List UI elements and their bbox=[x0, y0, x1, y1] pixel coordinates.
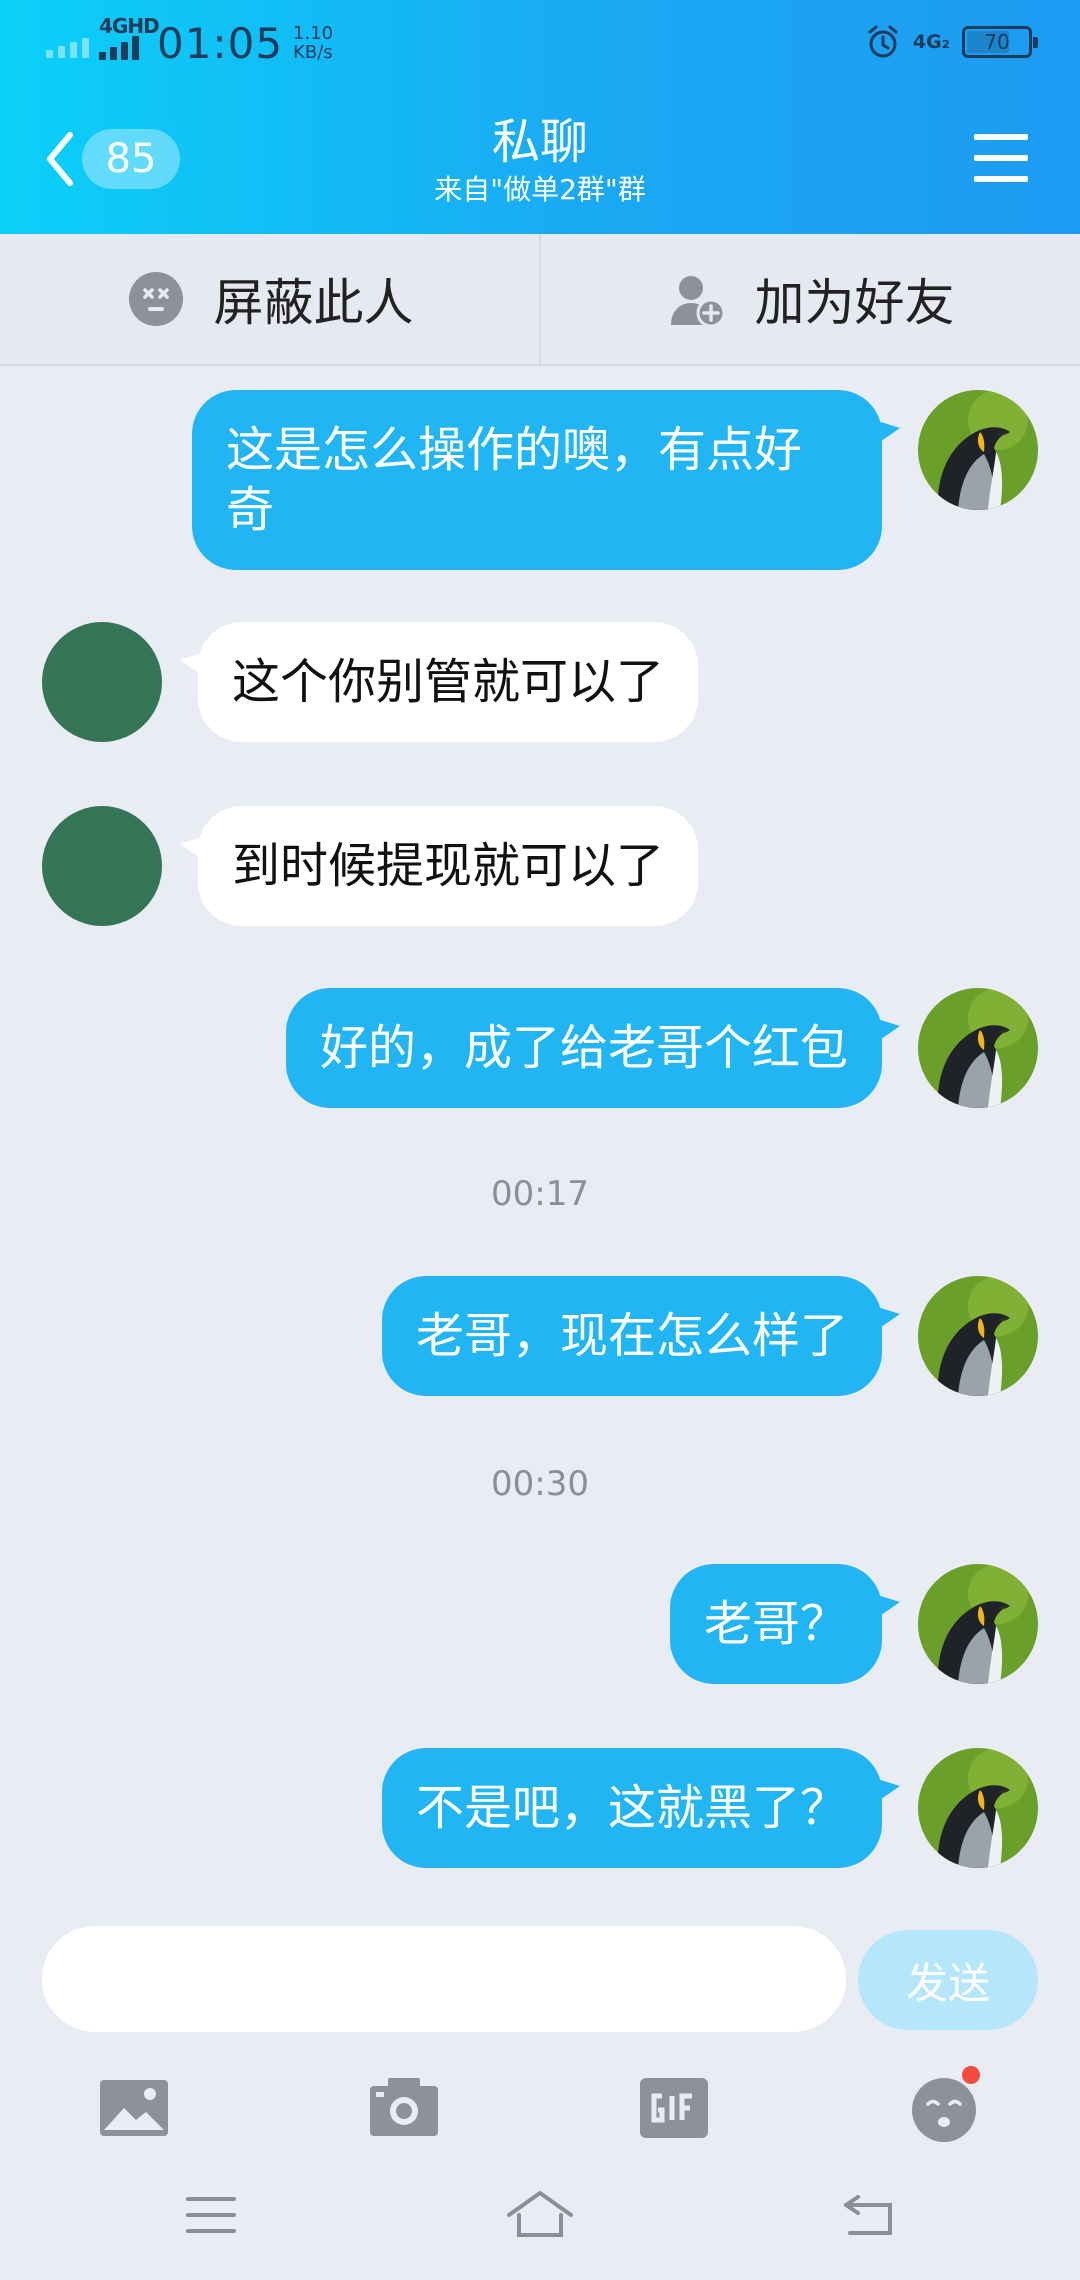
block-user-label: 屏蔽此人 bbox=[213, 274, 414, 332]
message-list[interactable]: 这是怎么操作的噢，有点好 奇 这个你别管就可以了 到时候提现就可以了 好的，成了… bbox=[0, 366, 1080, 1916]
message-bubble-received[interactable]: 这个你别管就可以了 bbox=[179, 622, 699, 742]
back-nav-button[interactable] bbox=[824, 2180, 914, 2250]
new-indicator-dot bbox=[962, 2066, 980, 2084]
penguin-avatar-icon bbox=[918, 988, 1038, 1108]
system-navigation-bar bbox=[0, 2150, 1080, 2280]
recent-apps-button[interactable] bbox=[166, 2180, 256, 2250]
penguin-avatar-icon bbox=[918, 1276, 1038, 1396]
message-bubble-sent[interactable]: 这是怎么操作的噢，有点好 奇 bbox=[192, 390, 900, 570]
message-input[interactable] bbox=[42, 1926, 846, 2032]
camera-button[interactable] bbox=[354, 2058, 454, 2158]
image-button[interactable] bbox=[84, 2058, 184, 2158]
page-title: 私聊 bbox=[491, 114, 588, 170]
add-friend-icon bbox=[670, 276, 725, 328]
gif-button[interactable] bbox=[624, 2058, 724, 2158]
my-avatar[interactable] bbox=[918, 1564, 1038, 1684]
battery-level: 70 bbox=[984, 30, 1010, 54]
chat-header: 4GHD 01:05 1.10 KB/s 4G₂ 70 85 私聊 来自"做单2 bbox=[0, 0, 1080, 234]
penguin-avatar-icon bbox=[918, 390, 1038, 510]
camera-icon bbox=[370, 2078, 438, 2136]
penguin-avatar-icon bbox=[918, 1748, 1038, 1868]
message-bubble-received[interactable]: 到时候提现就可以了 bbox=[179, 806, 699, 926]
block-face-icon bbox=[128, 272, 183, 326]
message-timestamp: 00:17 bbox=[491, 1174, 589, 1214]
alarm-clock-icon bbox=[868, 25, 898, 58]
penguin-avatar-icon bbox=[918, 1564, 1038, 1684]
home-button[interactable] bbox=[495, 2180, 585, 2250]
battery-icon: 70 bbox=[962, 26, 1038, 58]
back-icon bbox=[844, 2195, 892, 2235]
message-bubble-sent[interactable]: 老哥，现在怎么样了 bbox=[381, 1276, 901, 1396]
message-timestamp: 00:30 bbox=[491, 1464, 589, 1504]
menu-icon bbox=[186, 2197, 236, 2233]
contact-avatar[interactable] bbox=[42, 622, 162, 742]
my-avatar[interactable] bbox=[918, 390, 1038, 510]
secondary-network: 4G₂ bbox=[912, 31, 950, 53]
gif-icon bbox=[640, 2078, 708, 2138]
my-avatar[interactable] bbox=[918, 1748, 1038, 1868]
composer-toolbar bbox=[0, 2058, 1080, 2158]
sim1-signal-icon bbox=[46, 28, 89, 58]
page-subtitle: 来自"做单2群"群 bbox=[434, 173, 646, 206]
status-time: 01:05 bbox=[157, 18, 284, 68]
my-avatar[interactable] bbox=[918, 988, 1038, 1108]
image-icon bbox=[100, 2080, 168, 2136]
add-friend-label: 加为好友 bbox=[754, 274, 955, 332]
action-bar: 屏蔽此人 加为好友 bbox=[0, 234, 1080, 366]
contact-avatar[interactable] bbox=[42, 806, 162, 926]
my-avatar[interactable] bbox=[918, 1276, 1038, 1396]
network-speed: 1.10 KB/s bbox=[293, 24, 333, 62]
emoji-button[interactable] bbox=[894, 2058, 994, 2158]
network-speed-value: 1.10 bbox=[293, 23, 334, 44]
message-bubble-sent[interactable]: 老哥？ bbox=[669, 1564, 901, 1684]
home-icon bbox=[507, 2191, 573, 2237]
status-bar-right: 4G₂ 70 bbox=[865, 20, 1038, 64]
message-bubble-sent[interactable]: 不是吧，这就黑了？ bbox=[381, 1748, 901, 1868]
send-button[interactable]: 发送 bbox=[858, 1930, 1038, 2030]
status-bar-left: 4GHD 01:05 1.10 KB/s bbox=[46, 14, 333, 68]
message-bubble-sent[interactable]: 好的，成了给老哥个红包 bbox=[285, 988, 901, 1108]
sim2-signal-icon: 4GHD bbox=[99, 14, 160, 60]
block-user-button[interactable]: 屏蔽此人 bbox=[0, 234, 539, 364]
title-area: 私聊 来自"做单2群"群 bbox=[0, 112, 1080, 208]
network-type: 4GHD bbox=[99, 14, 160, 38]
network-speed-unit: KB/s bbox=[293, 42, 333, 63]
hamburger-menu-icon[interactable] bbox=[974, 134, 1028, 182]
add-friend-button[interactable]: 加为好友 bbox=[539, 234, 1080, 364]
